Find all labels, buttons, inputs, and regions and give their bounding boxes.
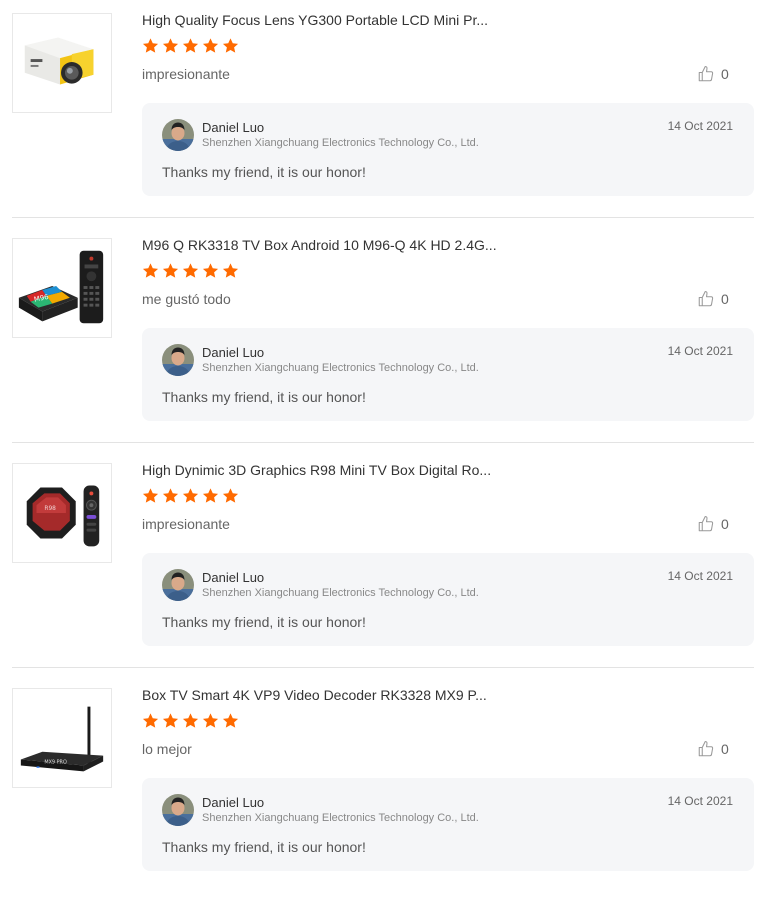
- star-icon: [222, 488, 239, 503]
- seller-reply: Daniel Luo Shenzhen Xiangchuang Electron…: [142, 778, 754, 871]
- like-count: 0: [721, 516, 729, 532]
- product-thumbnail[interactable]: [12, 13, 112, 113]
- like-count: 0: [721, 291, 729, 307]
- star-icon: [202, 38, 219, 53]
- svg-text:MX9 PRO: MX9 PRO: [44, 759, 67, 765]
- svg-text:R98: R98: [44, 506, 56, 512]
- product-title[interactable]: Box TV Smart 4K VP9 Video Decoder RK3328…: [142, 687, 487, 703]
- divider: [12, 217, 754, 218]
- star-icon: [162, 38, 179, 53]
- avatar: [162, 569, 194, 601]
- product-thumbnail[interactable]: MX9 PRO: [12, 688, 112, 788]
- review-item: R98 High Dynimic 3D Graphics R98 Mini TV…: [0, 450, 774, 675]
- star-icon: [182, 713, 199, 728]
- star-icon: [222, 38, 239, 53]
- product-title[interactable]: High Quality Focus Lens YG300 Portable L…: [142, 12, 488, 28]
- star-icon: [142, 488, 159, 503]
- star-icon: [182, 38, 199, 53]
- star-icon: [202, 263, 219, 278]
- star-icon: [142, 713, 159, 728]
- seller-reply: Daniel Luo Shenzhen Xiangchuang Electron…: [142, 328, 754, 421]
- like-button[interactable]: 0: [697, 740, 729, 758]
- product-title[interactable]: High Dynimic 3D Graphics R98 Mini TV Box…: [142, 462, 491, 478]
- star-icon: [142, 38, 159, 53]
- projector-image: [13, 14, 111, 112]
- reply-date: 14 Oct 2021: [667, 119, 733, 133]
- divider: [12, 667, 754, 668]
- seller-name: Daniel Luo: [202, 345, 265, 360]
- seller-company: Shenzhen Xiangchuang Electronics Technol…: [202, 812, 479, 824]
- product-thumbnail[interactable]: M96: [12, 238, 112, 338]
- star-icon: [222, 263, 239, 278]
- product-title[interactable]: M96 Q RK3318 TV Box Android 10 M96-Q 4K …: [142, 237, 497, 253]
- like-button[interactable]: 0: [697, 65, 729, 83]
- tv-box-image: MX9 PRO: [13, 689, 111, 787]
- seller-company: Shenzhen Xiangchuang Electronics Technol…: [202, 362, 479, 374]
- avatar: [162, 344, 194, 376]
- seller-reply: Daniel Luo Shenzhen Xiangchuang Electron…: [142, 103, 754, 196]
- seller-reply: Daniel Luo Shenzhen Xiangchuang Electron…: [142, 553, 754, 646]
- review-item: MX9 PRO Box TV Smart 4K VP9 Video Decode…: [0, 675, 774, 900]
- review-item: M96 M96 Q RK3318 TV Box Android 10 M96-Q…: [0, 225, 774, 450]
- star-icon: [182, 488, 199, 503]
- like-count: 0: [721, 741, 729, 757]
- like-button[interactable]: 0: [697, 290, 729, 308]
- seller-company: Shenzhen Xiangchuang Electronics Technol…: [202, 587, 479, 599]
- review-comment: impresionante: [142, 66, 230, 82]
- star-icon: [222, 713, 239, 728]
- reply-date: 14 Oct 2021: [667, 344, 733, 358]
- star-icon: [182, 263, 199, 278]
- thumbs-up-icon: [698, 515, 714, 532]
- star-rating: [141, 37, 240, 55]
- seller-name: Daniel Luo: [202, 795, 265, 810]
- tv-box-image: R98: [13, 464, 111, 562]
- reply-text: Thanks my friend, it is our honor!: [162, 839, 366, 855]
- star-rating: [141, 712, 240, 730]
- reply-text: Thanks my friend, it is our honor!: [162, 614, 366, 630]
- like-count: 0: [721, 66, 729, 82]
- review-comment: impresionante: [142, 516, 230, 532]
- reply-date: 14 Oct 2021: [667, 569, 733, 583]
- star-icon: [162, 488, 179, 503]
- star-icon: [202, 488, 219, 503]
- seller-name: Daniel Luo: [202, 120, 265, 135]
- like-button[interactable]: 0: [697, 515, 729, 533]
- star-icon: [162, 263, 179, 278]
- star-rating: [141, 487, 240, 505]
- avatar: [162, 119, 194, 151]
- seller-name: Daniel Luo: [202, 570, 265, 585]
- reply-text: Thanks my friend, it is our honor!: [162, 164, 366, 180]
- star-icon: [162, 713, 179, 728]
- thumbs-up-icon: [698, 65, 714, 82]
- avatar: [162, 794, 194, 826]
- thumbs-up-icon: [698, 740, 714, 757]
- tv-box-image: M96: [13, 239, 111, 337]
- divider: [12, 442, 754, 443]
- star-rating: [141, 262, 240, 280]
- reply-text: Thanks my friend, it is our honor!: [162, 389, 366, 405]
- star-icon: [142, 263, 159, 278]
- thumbs-up-icon: [698, 290, 714, 307]
- review-item: High Quality Focus Lens YG300 Portable L…: [0, 0, 774, 225]
- review-comment: me gustó todo: [142, 291, 231, 307]
- product-thumbnail[interactable]: R98: [12, 463, 112, 563]
- seller-company: Shenzhen Xiangchuang Electronics Technol…: [202, 137, 479, 149]
- star-icon: [202, 713, 219, 728]
- reply-date: 14 Oct 2021: [667, 794, 733, 808]
- review-comment: lo mejor: [142, 741, 192, 757]
